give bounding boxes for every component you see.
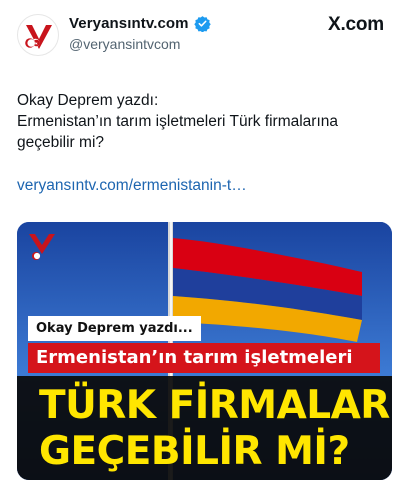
x-logo: X.com: [327, 14, 384, 35]
tweet-link[interactable]: veryansıntv.com/ermenistanin-t…: [17, 177, 247, 195]
account-avatar[interactable]: [17, 14, 59, 56]
card-caption-small: Okay Deprem yazdı...: [28, 316, 201, 341]
name-row: Veryansıntv.com: [69, 15, 211, 32]
card-caption-red: Ermenistan’ın tarım işletmeleri: [28, 343, 380, 373]
tweet-line: geçebilir mi?: [17, 134, 105, 151]
tweet-header: Veryansıntv.com @veryansintvcom X.com: [0, 0, 400, 70]
verified-badge-icon: [193, 16, 211, 32]
card-headline-line1: TÜRK FİRMALARINA: [39, 383, 392, 428]
tweet-text: Okay Deprem yazdı: Ermenistan’ın tarım i…: [17, 90, 387, 153]
account-handle[interactable]: @veryansintvcom: [69, 36, 180, 52]
tweet-line: Ermenistan’ın tarım işletmeleri Türk fir…: [17, 113, 338, 130]
card-headline-line2: GEÇEBİLİR Mİ?: [39, 429, 350, 474]
link-preview-card[interactable]: Okay Deprem yazdı... Ermenistan’ın tarım…: [17, 222, 392, 480]
tweet-line: Okay Deprem yazdı:: [17, 92, 159, 109]
display-name[interactable]: Veryansıntv.com: [69, 15, 189, 32]
veryansintv-logo-icon: [25, 25, 52, 49]
card-headline-box: TÜRK FİRMALARINA GEÇEBİLİR Mİ?: [17, 376, 392, 480]
